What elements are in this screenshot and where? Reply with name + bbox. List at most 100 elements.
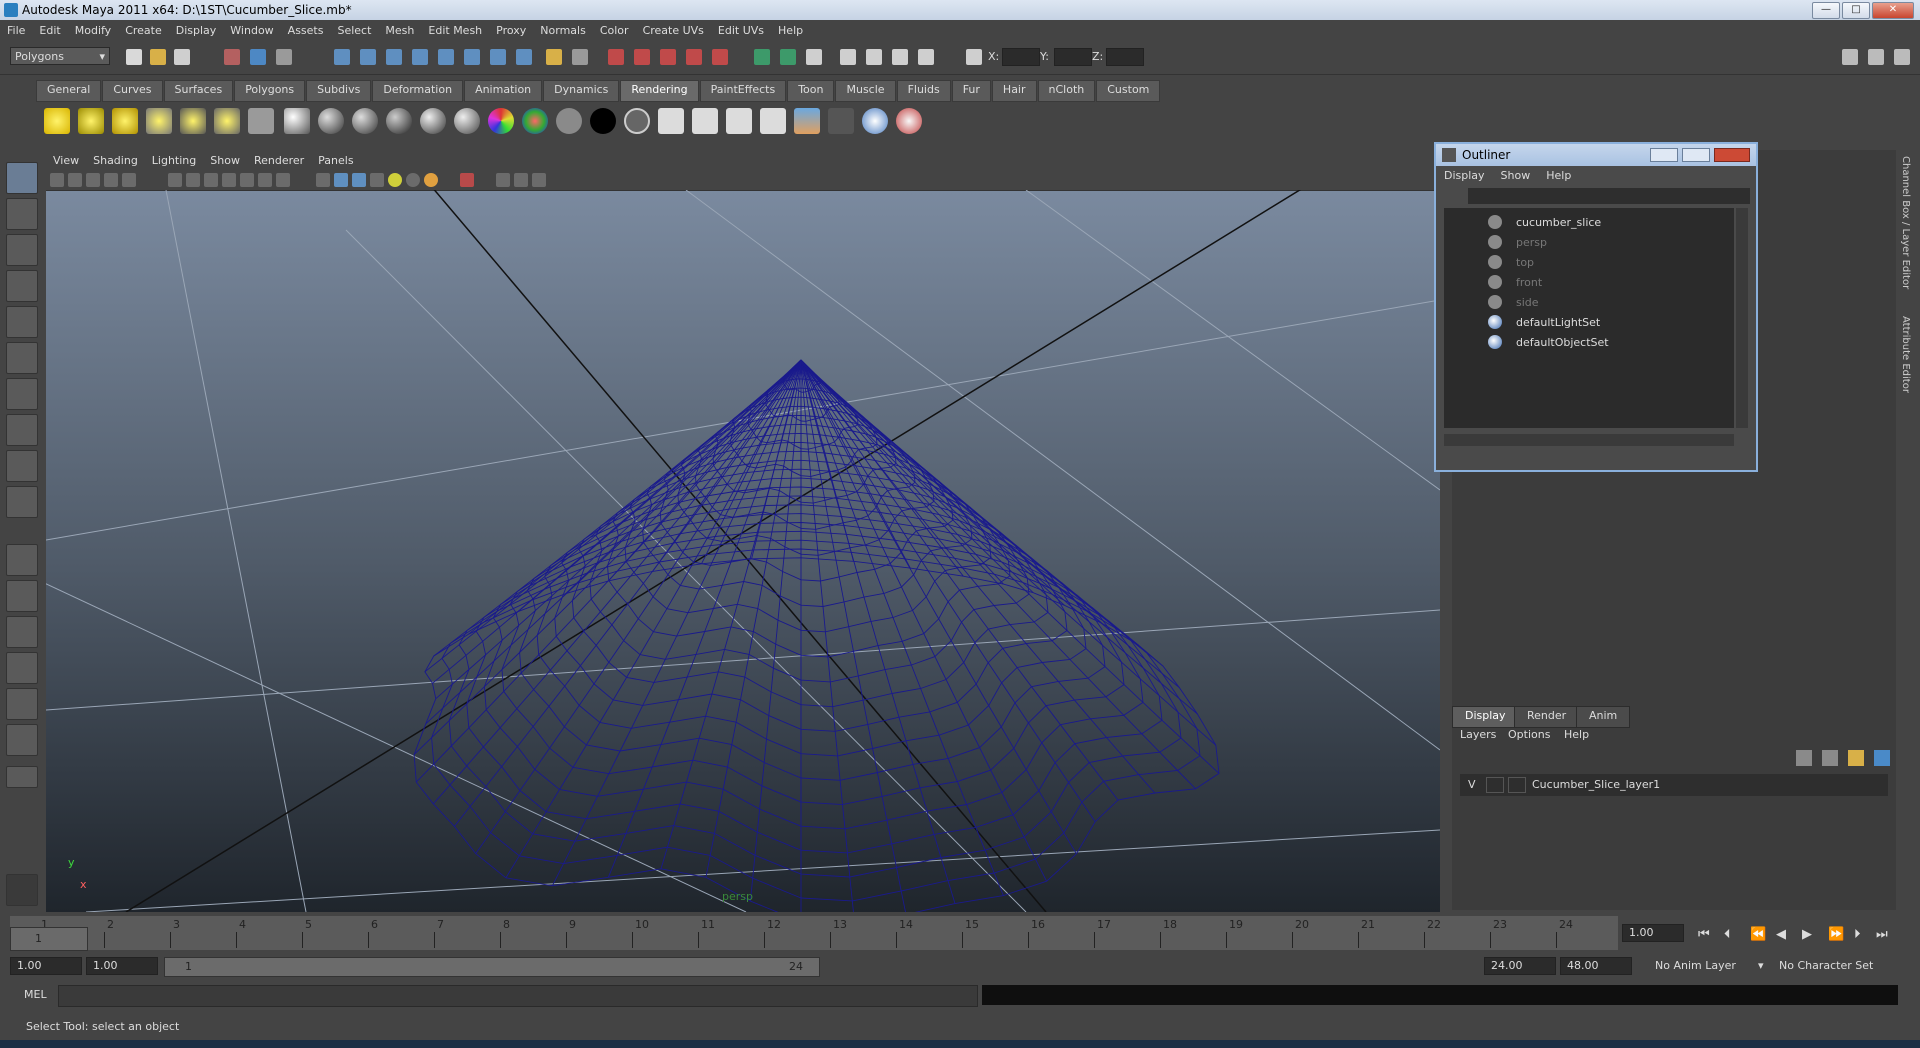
menu-proxy[interactable]: Proxy	[489, 24, 533, 37]
construction-history-icon[interactable]	[806, 49, 822, 65]
four-pane-layout-icon[interactable]	[6, 580, 38, 612]
gate-mask-icon[interactable]	[222, 173, 236, 187]
input-ops-icon[interactable]	[754, 49, 770, 65]
playback-start-field[interactable]: 1.00	[86, 957, 158, 975]
select-camera-icon[interactable]	[50, 173, 64, 187]
field-chart-icon[interactable]	[240, 173, 254, 187]
menu-mesh[interactable]: Mesh	[378, 24, 421, 37]
shelf-tab-painteffects[interactable]: PaintEffects	[699, 80, 787, 102]
outliner-vertical-scrollbar[interactable]	[1736, 208, 1748, 428]
render-current-frame-icon[interactable]	[658, 108, 684, 134]
bookmarks-icon[interactable]	[86, 173, 100, 187]
surface-shader-icon[interactable]	[556, 108, 582, 134]
batch-render-icon[interactable]	[726, 108, 752, 134]
output-ops-icon[interactable]	[780, 49, 796, 65]
menu-edit[interactable]: Edit	[32, 24, 67, 37]
safe-action-icon[interactable]	[258, 173, 272, 187]
z-field[interactable]	[1106, 48, 1144, 66]
last-tool-icon[interactable]	[6, 486, 38, 518]
y-field[interactable]	[1054, 48, 1092, 66]
snap-view-plane-icon[interactable]	[686, 49, 702, 65]
lock-selection-icon[interactable]	[546, 49, 562, 65]
shelf-tab-rendering[interactable]: Rendering	[620, 80, 699, 102]
minimize-button[interactable]: —	[1812, 2, 1840, 19]
menu-create[interactable]: Create	[118, 24, 169, 37]
menu-assets[interactable]: Assets	[281, 24, 331, 37]
camera-aim-icon[interactable]	[248, 108, 274, 134]
time-slider[interactable]: 1 2 3 4 5 6 7 8 9 10 11 12 13 14 15 16 17 18 19 20 21 22 23 24	[10, 916, 1618, 950]
current-time-marker[interactable]: 1	[10, 927, 88, 951]
menu-display[interactable]: Display	[169, 24, 224, 37]
character-set-dropdown[interactable]: No Character Set	[1772, 957, 1880, 975]
layer-menu-layers[interactable]: Layers	[1460, 728, 1496, 741]
move-up-layer-icon[interactable]	[1848, 750, 1864, 766]
wireframe-icon[interactable]	[316, 173, 330, 187]
animation-start-field[interactable]: 1.00	[10, 957, 82, 975]
image-plane-icon[interactable]	[104, 173, 118, 187]
ramp-shader-icon[interactable]	[488, 108, 514, 134]
layer-type-toggle[interactable]	[1486, 777, 1504, 793]
mesh-wireframe-edge[interactable]	[415, 359, 802, 783]
play-backwards-icon[interactable]: ◀	[1776, 927, 1786, 942]
lasso-tool-icon[interactable]	[6, 198, 38, 230]
soft-modification-icon[interactable]	[6, 414, 38, 446]
shelf-tab-muscle[interactable]: Muscle	[835, 80, 896, 102]
outliner-item[interactable]: cucumber_slice	[1444, 212, 1734, 232]
two-d-pan-zoom-icon[interactable]	[122, 173, 136, 187]
go-to-start-icon[interactable]: ⏮	[1698, 927, 1710, 942]
rotate-tool-icon[interactable]	[6, 306, 38, 338]
hud-icon[interactable]	[532, 173, 546, 187]
layer-menu-help[interactable]: Help	[1564, 728, 1589, 741]
perspective-viewport[interactable]: View Shading Lighting Show Renderer Pane…	[46, 150, 1440, 912]
mesh-wireframe-edge[interactable]	[433, 359, 802, 657]
hypershade-icon[interactable]	[794, 108, 820, 134]
outliner-item[interactable]: persp	[1444, 232, 1734, 252]
mesh-wireframe-edge[interactable]	[800, 359, 1139, 646]
persp-graph-layout-icon[interactable]	[6, 652, 38, 684]
volume-light-icon[interactable]	[214, 108, 240, 134]
open-scene-icon[interactable]	[150, 49, 166, 65]
point-light-icon[interactable]	[112, 108, 138, 134]
shelf-tab-curves[interactable]: Curves	[102, 80, 163, 102]
render-frame-icon[interactable]	[866, 49, 882, 65]
render-settings-icon[interactable]	[918, 49, 934, 65]
mesh-wireframe-edge[interactable]	[475, 359, 802, 854]
command-input[interactable]	[58, 985, 978, 1007]
snap-curve-icon[interactable]	[634, 49, 650, 65]
transform-field-icon[interactable]	[966, 49, 982, 65]
animation-end-field[interactable]: 48.00	[1560, 957, 1632, 975]
playback-end-field[interactable]: 24.00	[1484, 957, 1556, 975]
scale-tool-icon[interactable]	[6, 342, 38, 374]
lambert-black-icon[interactable]	[624, 108, 650, 134]
shelf-tab-subdivs[interactable]: Subdivs	[306, 80, 372, 102]
phonge-material-icon[interactable]	[386, 108, 412, 134]
command-language-label[interactable]: MEL	[24, 988, 47, 1001]
layer-tab-anim[interactable]: Anim	[1576, 706, 1631, 728]
mesh-wireframe-edge[interactable]	[660, 359, 802, 869]
viewport-menu-renderer[interactable]: Renderer	[247, 154, 311, 167]
menu-normals[interactable]: Normals	[533, 24, 593, 37]
universal-manipulator-icon[interactable]	[6, 378, 38, 410]
shadows-icon[interactable]	[424, 173, 438, 187]
make-live-icon[interactable]	[712, 49, 728, 65]
phong-material-icon[interactable]	[352, 108, 378, 134]
mesh-wireframe-edge[interactable]	[800, 359, 1156, 794]
select-rendering-icon[interactable]	[490, 49, 506, 65]
viewport-menu-panels[interactable]: Panels	[311, 154, 360, 167]
select-curves-icon[interactable]	[386, 49, 402, 65]
shelf-tab-deformation[interactable]: Deformation	[372, 80, 464, 102]
outliner-minimize-button[interactable]	[1650, 148, 1678, 162]
spot-light-icon[interactable]	[146, 108, 172, 134]
scene-canvas[interactable]	[46, 190, 1440, 912]
layer-row[interactable]: V Cucumber_Slice_layer1	[1460, 774, 1888, 796]
layer-tab-render[interactable]: Render	[1514, 706, 1580, 728]
paint-canvas-icon[interactable]	[896, 108, 922, 134]
render-view-icon[interactable]	[840, 49, 856, 65]
persp-hypershade-layout-icon[interactable]	[6, 688, 38, 720]
render-settings-shelf-icon[interactable]	[828, 108, 854, 134]
select-handles-icon[interactable]	[334, 49, 350, 65]
shelf-tab-surfaces[interactable]: Surfaces	[163, 80, 234, 102]
all-lights-icon[interactable]	[406, 173, 420, 187]
select-joints-icon[interactable]	[360, 49, 376, 65]
snap-grid-icon[interactable]	[608, 49, 624, 65]
